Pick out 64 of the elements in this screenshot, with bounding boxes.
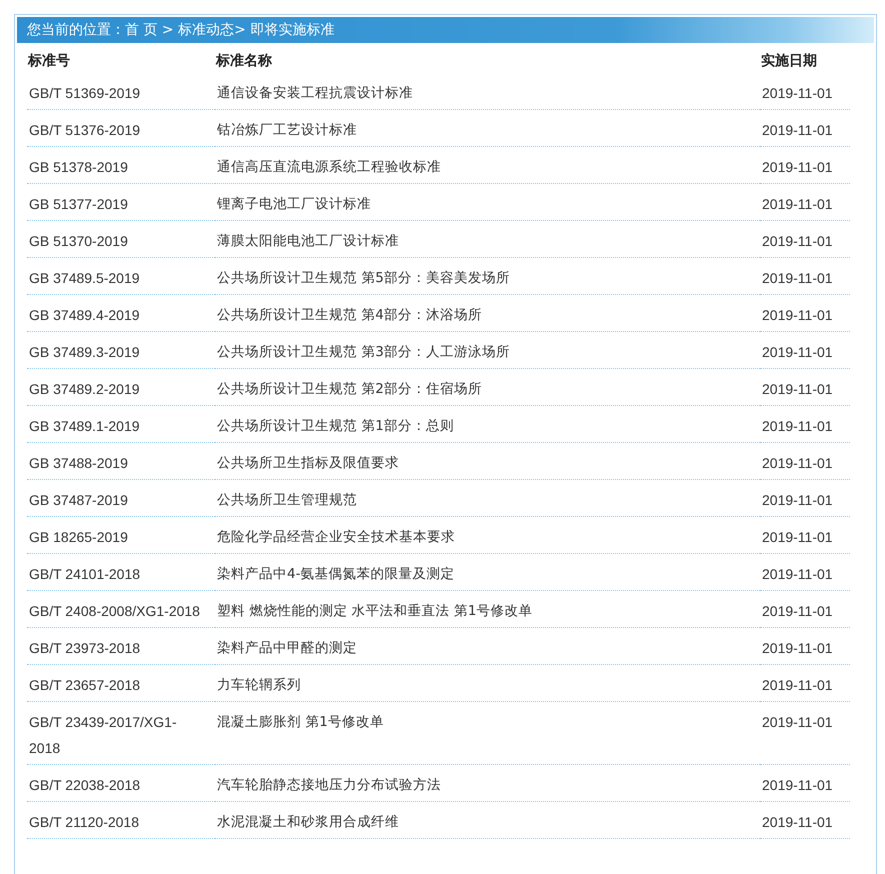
column-header: 标准号 (28, 52, 70, 71)
table-cell-text: 2019-11-01 (762, 813, 833, 832)
table-cell-text: GB 51378-2019 (29, 158, 128, 177)
breadcrumb-text: 您当前的位置：首 页 > 标准动态> 即将实施标准 (27, 21, 334, 40)
table-cell-text: 2019-11-01 (762, 602, 833, 621)
standard-name-link[interactable]: 水泥混凝土和砂浆用合成纤维 (217, 809, 399, 835)
table-cell-text: 2019-11-01 (762, 491, 833, 510)
table-cell-text: GB 37489.5-2019 (29, 269, 140, 288)
standard-name-link[interactable]: 危险化学品经营企业安全技术基本要求 (217, 524, 455, 550)
table-cell-text: GB 51377-2019 (29, 195, 128, 214)
standard-name-link[interactable]: 通信高压直流电源系统工程验收标准 (217, 154, 441, 180)
table-cell-text: GB 37488-2019 (29, 454, 128, 473)
standard-name-link[interactable]: 公共场所设计卫生规范 第1部分：总则 (217, 413, 454, 439)
table-cell-text: 2019-11-01 (762, 232, 833, 251)
table-cell-text: 2019-11-01 (762, 713, 833, 732)
table-cell-text: 2019-11-01 (762, 528, 833, 547)
standard-name-link[interactable]: 公共场所设计卫生规范 第5部分：美容美发场所 (217, 265, 510, 291)
table-cell-text: GB/T 23657-2018 (29, 676, 140, 695)
table-cell-text: 2019-11-01 (762, 565, 833, 584)
table-cell-text: GB/T 51369-2019 (29, 84, 140, 103)
table-cell-text: GB 37489.3-2019 (29, 343, 140, 362)
table-cell-text: 2019-11-01 (762, 776, 833, 795)
table-cell-text: GB 18265-2019 (29, 528, 128, 547)
standard-name-link[interactable]: 公共场所设计卫生规范 第2部分：住宿场所 (217, 376, 482, 402)
standard-name-link[interactable]: 公共场所卫生管理规范 (217, 487, 357, 513)
table-cell-text: GB/T 2408-2008/XG1-2018 (29, 602, 200, 621)
standard-name-link[interactable]: 薄膜太阳能电池工厂设计标准 (217, 228, 399, 254)
table-cell-text: 2019-11-01 (762, 84, 833, 103)
table-cell-text: 2019-11-01 (762, 306, 833, 325)
standard-name-link[interactable]: 力车轮辋系列 (217, 672, 301, 698)
table-cell-text: GB 37489.1-2019 (29, 417, 140, 436)
standard-name-link[interactable]: 公共场所设计卫生规范 第4部分：沐浴场所 (217, 302, 482, 328)
standard-name-link[interactable]: 公共场所卫生指标及限值要求 (217, 450, 399, 476)
standard-name-link[interactable]: 通信设备安装工程抗震设计标准 (217, 80, 413, 106)
table-cell-text: 2019-11-01 (762, 269, 833, 288)
table-cell-text: GB 37489.4-2019 (29, 306, 140, 325)
table-cell-text: 2019-11-01 (762, 158, 833, 177)
table-cell-text: GB/T 23973-2018 (29, 639, 140, 658)
standard-name-link[interactable]: 锂离子电池工厂设计标准 (217, 191, 371, 217)
table-cell-text: 2019-11-01 (762, 380, 833, 399)
table-cell-text: 2019-11-01 (762, 343, 833, 362)
table-cell-text: 2019-11-01 (762, 121, 833, 140)
standard-name-link[interactable]: 染料产品中4-氨基偶氮苯的限量及测定 (217, 561, 454, 587)
table-cell-text: GB 51370-2019 (29, 232, 128, 251)
standard-name-link[interactable]: 混凝土膨胀剂 第1号修改单 (217, 709, 384, 735)
standard-name-link[interactable]: 塑料 燃烧性能的测定 水平法和垂直法 第1号修改单 (217, 598, 532, 624)
standard-name-link[interactable]: 钴冶炼厂工艺设计标准 (217, 117, 357, 143)
standard-name-link[interactable]: 染料产品中甲醛的测定 (217, 635, 357, 661)
table-cell-text: 2019-11-01 (762, 195, 833, 214)
table-cell-text: GB/T 22038-2018 (29, 776, 140, 795)
table-cell-text: 2019-11-01 (762, 676, 833, 695)
table-cell-text: 2019-11-01 (762, 639, 833, 658)
table-cell-text: GB/T 51376-2019 (29, 121, 140, 140)
column-header: 实施日期 (761, 52, 817, 71)
standard-name-link[interactable]: 汽车轮胎静态接地压力分布试验方法 (217, 772, 441, 798)
table-cell-text: GB 37489.2-2019 (29, 380, 140, 399)
table-cell-text: GB/T 21120-2018 (29, 813, 140, 832)
table-cell-text: GB/T 24101-2018 (29, 565, 140, 584)
table-cell-text: GB/T 23439-2017/XG1-2018 (29, 713, 178, 758)
table-cell-text: 2019-11-01 (762, 454, 833, 473)
table-cell-text: 2019-11-01 (762, 417, 833, 436)
standard-name-link[interactable]: 公共场所设计卫生规范 第3部分：人工游泳场所 (217, 339, 510, 365)
column-header: 标准名称 (216, 52, 272, 71)
table-cell-text: GB 37487-2019 (29, 491, 128, 510)
